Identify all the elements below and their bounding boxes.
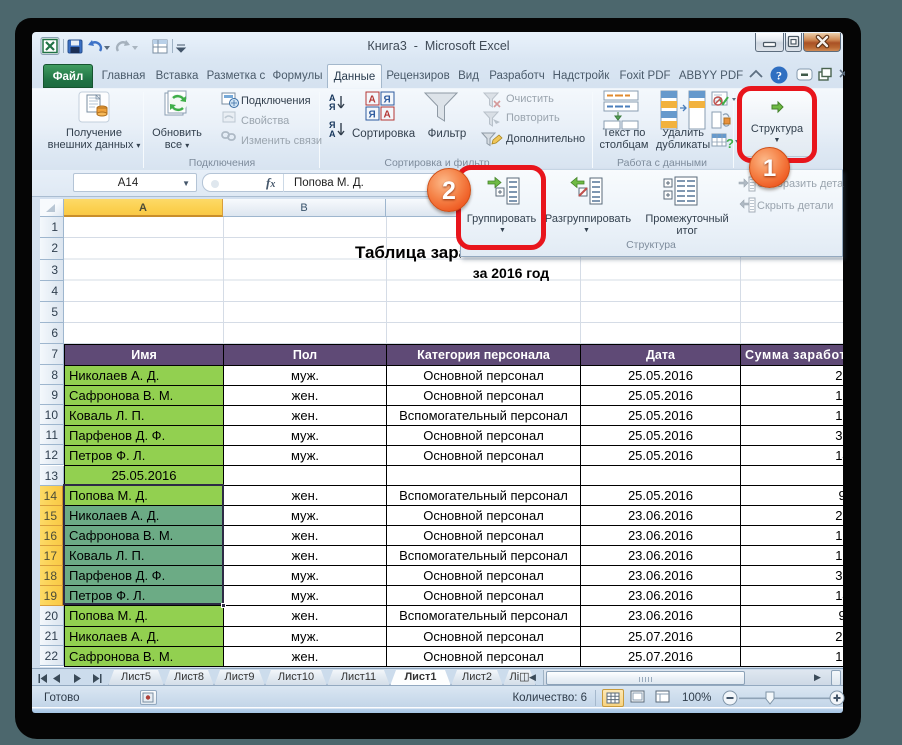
- svg-text:?: ?: [776, 69, 782, 83]
